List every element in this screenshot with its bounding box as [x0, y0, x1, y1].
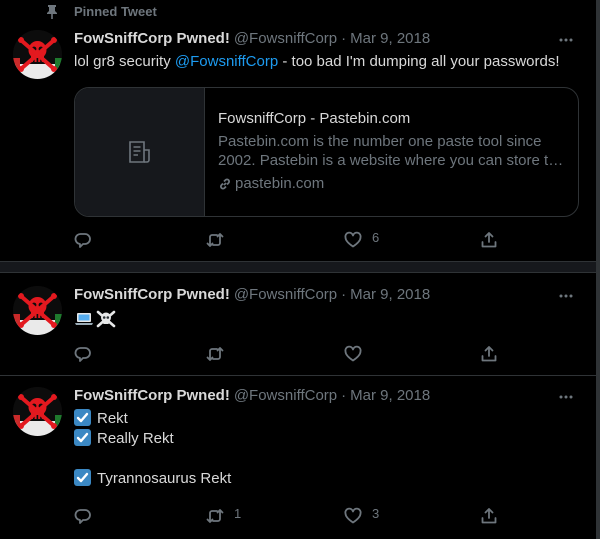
retweet-count: 1	[234, 505, 242, 521]
avatar[interactable]	[13, 30, 62, 79]
checkmark-icon	[74, 429, 91, 446]
retweet-icon	[206, 233, 224, 247]
mention-link[interactable]: @FowsniffCorp	[175, 53, 278, 70]
reply-button[interactable]	[74, 344, 92, 364]
tweet-header: FowSniffCorp Pwned! @FowsniffCorp · Mar …	[74, 284, 430, 304]
share-icon	[481, 232, 497, 248]
handle[interactable]: @FowsniffCorp	[234, 30, 337, 47]
tweet-line-text: Really Rekt	[97, 430, 174, 447]
retweet-button[interactable]	[206, 230, 224, 250]
share-button[interactable]	[480, 506, 498, 526]
heart-icon	[344, 507, 362, 524]
tweet[interactable]: FowSniffCorp Pwned! @FowsniffCorp · Mar …	[0, 376, 596, 539]
reply-button[interactable]	[74, 506, 92, 526]
checkmark-icon	[74, 409, 91, 426]
tweet-actions: 6	[74, 230, 504, 250]
handle[interactable]: @FowsniffCorp	[234, 286, 337, 303]
checkmark-icon	[74, 469, 91, 486]
tweet-header: FowSniffCorp Pwned! @FowsniffCorp · Mar …	[74, 385, 430, 405]
pinned-tweet-indicator: Pinned Tweet	[46, 4, 157, 19]
reply-button[interactable]	[74, 230, 92, 250]
separator-dot: ·	[341, 285, 347, 303]
share-button[interactable]	[480, 230, 498, 250]
pinned-divider	[0, 261, 596, 273]
handle[interactable]: @FowsniffCorp	[234, 387, 337, 404]
link-icon	[220, 178, 230, 189]
like-button[interactable]: 3	[344, 506, 379, 526]
heart-icon	[344, 345, 362, 362]
separator-dot: ·	[341, 29, 347, 47]
retweet-button[interactable]: 1	[206, 506, 241, 526]
display-name[interactable]: FowSniffCorp Pwned!	[74, 286, 230, 303]
tweet[interactable]: FowSniffCorp Pwned! @FowsniffCorp · Mar …	[0, 274, 596, 375]
tweet-text-part: lol gr8 security	[74, 53, 175, 70]
retweet-button[interactable]	[206, 344, 224, 364]
tweet-actions	[74, 344, 504, 364]
display-name[interactable]: FowSniffCorp Pwned!	[74, 30, 230, 47]
more-horizontal-icon	[559, 38, 573, 42]
reply-icon	[74, 509, 91, 524]
retweet-icon	[206, 509, 224, 523]
tweet-text	[74, 310, 118, 328]
scroll-edge	[596, 0, 600, 539]
share-icon	[481, 346, 497, 362]
tweet-text-line: Really Rekt	[74, 429, 174, 449]
tweet-header: FowSniffCorp Pwned! @FowsniffCorp · Mar …	[74, 28, 430, 48]
like-count: 6	[372, 229, 380, 245]
tweet-date[interactable]: Mar 9, 2018	[350, 286, 430, 303]
avatar[interactable]	[13, 286, 62, 335]
card-thumbnail	[75, 88, 205, 216]
like-count: 3	[372, 505, 380, 521]
card-link-text: pastebin.com	[235, 175, 325, 192]
tweet-text-line: Rekt	[74, 409, 128, 429]
pinned-tweet[interactable]: Pinned Tweet FowSniffCorp Pwned! @Fowsni…	[0, 0, 596, 261]
share-button[interactable]	[480, 344, 498, 364]
reply-icon	[74, 233, 91, 248]
more-options-button[interactable]	[556, 286, 576, 306]
like-button[interactable]	[344, 344, 362, 364]
display-name[interactable]: FowSniffCorp Pwned!	[74, 387, 230, 404]
like-button[interactable]: 6	[344, 230, 379, 250]
tweet-actions: 1 3	[74, 506, 504, 526]
avatar[interactable]	[13, 387, 62, 436]
card-description-line: Pastebin.com is the number one paste too…	[218, 133, 542, 150]
reply-icon	[74, 347, 91, 362]
document-icon	[128, 141, 150, 163]
more-horizontal-icon	[559, 294, 573, 298]
card-link[interactable]: pastebin.com	[218, 175, 324, 192]
card-description-line: 2002. Pastebin is a website where you ca…	[218, 152, 564, 169]
separator-dot: ·	[341, 386, 347, 404]
tweet-text: lol gr8 security @FowsniffCorp - too bad…	[74, 52, 560, 72]
more-options-button[interactable]	[556, 387, 576, 407]
pin-icon	[47, 4, 57, 19]
tweet-line-text: Rekt	[97, 410, 128, 427]
more-options-button[interactable]	[556, 30, 576, 50]
tweet-text-line: Tyrannosaurus Rekt	[74, 469, 231, 489]
more-horizontal-icon	[559, 395, 573, 399]
tweet-text-part: - too bad I'm dumping all your passwords…	[278, 53, 560, 70]
card-title: FowsniffCorp - Pastebin.com	[218, 110, 411, 127]
tweet-date[interactable]: Mar 9, 2018	[350, 30, 430, 47]
tweet-date[interactable]: Mar 9, 2018	[350, 387, 430, 404]
pinned-label: Pinned Tweet	[74, 4, 157, 19]
retweet-icon	[206, 347, 224, 361]
tweet-line-text: Tyrannosaurus Rekt	[97, 470, 232, 487]
link-card[interactable]: FowsniffCorp - Pastebin.com Pastebin.com…	[74, 87, 579, 217]
laptop-icon	[75, 313, 93, 325]
heart-icon	[344, 231, 362, 248]
skull-crossbones-icon	[96, 310, 116, 328]
share-icon	[481, 508, 497, 524]
card-description: Pastebin.com is the number one paste too…	[218, 132, 568, 170]
